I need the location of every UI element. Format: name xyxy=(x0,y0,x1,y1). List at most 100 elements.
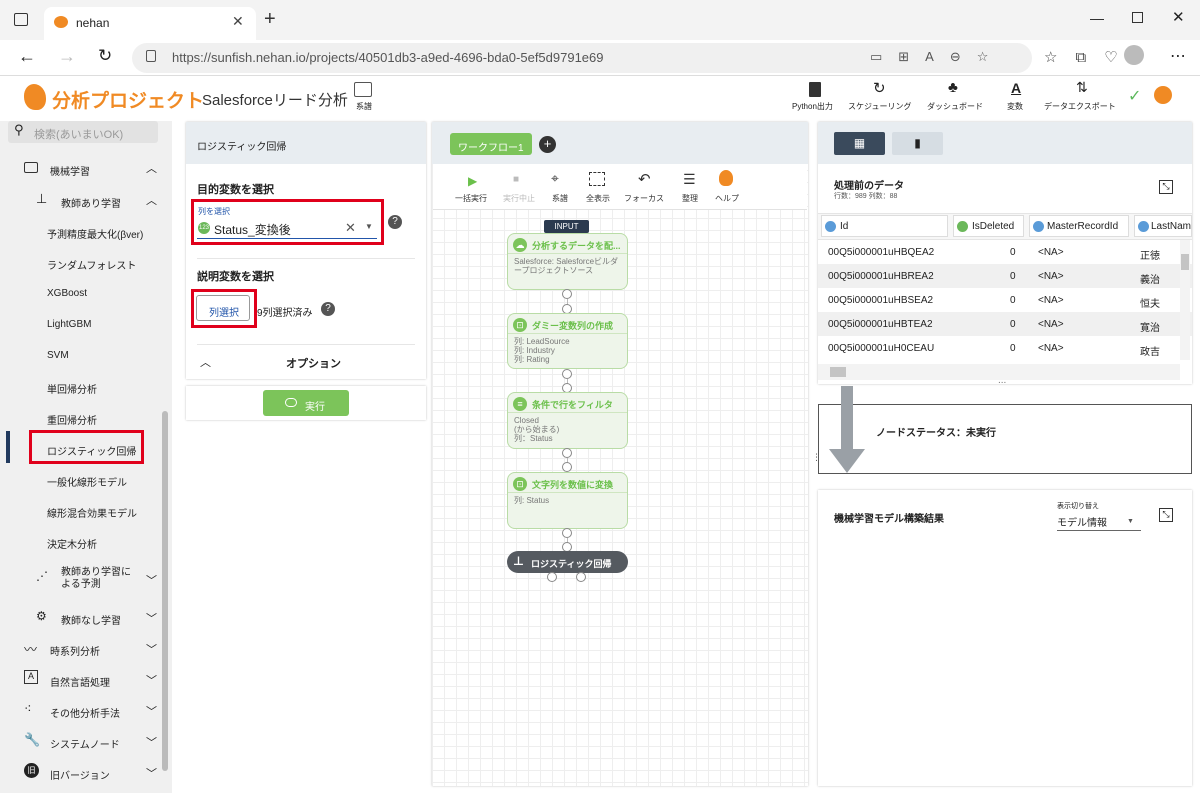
help-flame-icon[interactable] xyxy=(719,170,733,186)
sidebar-item-supervised-predict[interactable]: 教師あり学習による予測 xyxy=(61,567,139,591)
chevron-up-icon[interactable]: ︿ xyxy=(146,160,157,176)
run-button[interactable]: 実行 xyxy=(263,390,349,416)
workflow-node-dummy[interactable]: ⊡ ダミー変数列の作成 列: LeadSource 列: Industry 列:… xyxy=(507,313,628,369)
fit-all-button[interactable]: 全表示 xyxy=(586,193,610,204)
dropdown-arrow-icon[interactable]: ▼ xyxy=(365,222,373,231)
scroll-thumb[interactable] xyxy=(1181,254,1189,270)
column-header-lastname[interactable]: LastName xyxy=(1134,215,1192,237)
close-tab-icon[interactable]: ✕ xyxy=(232,13,244,30)
chevron-down-icon[interactable]: ﹀ xyxy=(146,572,157,588)
python-export-icon[interactable] xyxy=(809,82,821,97)
chart-view-tab[interactable]: ▮ xyxy=(892,132,943,155)
expand-icon[interactable]: ⤡ xyxy=(1159,180,1173,194)
node-output-port[interactable] xyxy=(576,572,586,582)
extension-icons[interactable]: ☆⧉♡ xyxy=(1044,48,1136,66)
sidebar-scrollbar[interactable] xyxy=(162,411,168,771)
node-output-port[interactable] xyxy=(562,528,572,538)
workflow-node-logistic[interactable]: ⊥ ロジスティック回帰 xyxy=(507,551,628,573)
arrange-button[interactable]: 整理 xyxy=(682,193,698,204)
profile-avatar[interactable] xyxy=(1124,45,1144,65)
close-window-icon[interactable]: ✕ xyxy=(1172,8,1185,26)
data-export-button[interactable]: データエクスポート xyxy=(1044,101,1116,112)
workflow-node-convert[interactable]: ⊡ 文字列を数値に変換 列: Status xyxy=(507,472,628,529)
chevron-down-icon[interactable]: ﹀ xyxy=(146,703,157,719)
lineage-map-icon[interactable] xyxy=(354,82,372,97)
sidebar-item-glm[interactable]: 一般化線形モデル xyxy=(47,474,127,489)
help-icon[interactable]: ? xyxy=(388,215,402,229)
sidebar-item-unsupervised[interactable]: 教師なし学習 xyxy=(61,612,121,627)
sidebar-item-logistic[interactable]: ロジスティック回帰 xyxy=(47,443,136,458)
node-output-port[interactable] xyxy=(562,369,572,379)
node-output-port[interactable] xyxy=(562,289,572,299)
more-icon[interactable]: ⋯ xyxy=(1170,46,1186,66)
scheduling-button[interactable]: スケジューリング xyxy=(848,101,911,112)
chevron-down-icon[interactable]: ﹀ xyxy=(146,672,157,688)
sidebar-item-maxaccuracy[interactable]: 予測精度最大化(βver) xyxy=(47,226,143,241)
sidebar-item-multiple-regression[interactable]: 重回帰分析 xyxy=(47,412,97,427)
sidebar-item-other[interactable]: その他分析手法 xyxy=(50,705,120,720)
sidebar-item-randomforest[interactable]: ランダムフォレスト xyxy=(47,257,136,272)
workflow-tab[interactable]: ワークフロー1 xyxy=(450,133,532,155)
column-select-button[interactable]: 列選択 xyxy=(196,295,250,321)
fit-all-icon[interactable] xyxy=(589,172,605,186)
browser-tab[interactable]: nehan ✕ xyxy=(44,7,256,40)
maximize-icon[interactable] xyxy=(1132,12,1143,23)
run-all-button[interactable]: 一括実行 xyxy=(455,193,487,204)
column-header-isdeleted[interactable]: IsDeleted xyxy=(953,215,1024,237)
sidebar-item-machine-learning[interactable]: 機械学習 xyxy=(50,163,90,178)
lineage-label[interactable]: 系譜 xyxy=(356,101,372,112)
brand-title[interactable]: 分析プロジェクト xyxy=(52,86,204,113)
user-avatar-icon[interactable] xyxy=(1154,86,1172,104)
target-column-value[interactable]: Status_変換後 xyxy=(214,221,291,238)
help-button[interactable]: ヘルプ xyxy=(715,193,739,204)
dashboard-button[interactable]: ダッシュボード xyxy=(927,101,983,112)
chevron-up-icon[interactable]: ︿ xyxy=(200,354,211,370)
clear-icon[interactable]: ✕ xyxy=(345,220,356,236)
export-icon[interactable]: ⇅ xyxy=(1076,79,1088,96)
focus-button[interactable]: フォーカス xyxy=(624,193,664,204)
sidebar-toggle-icon[interactable] xyxy=(14,13,28,26)
chevron-down-icon[interactable]: ﹀ xyxy=(146,641,157,657)
scroll-thumb[interactable] xyxy=(830,367,846,377)
help-icon[interactable]: ? xyxy=(321,302,335,316)
tree-icon[interactable]: ♣ xyxy=(948,79,958,96)
chevron-down-icon[interactable]: ﹀ xyxy=(146,734,157,750)
sidebar-item-system[interactable]: システムノード xyxy=(50,736,120,751)
workflow-node-filter[interactable]: ≡ 条件で行をフィルタ Closed (から始まる) 列：Status xyxy=(507,392,628,449)
sidebar-item-legacy[interactable]: 旧バージョン xyxy=(50,767,110,782)
panel-resize-handle[interactable]: ⋮ xyxy=(812,452,821,463)
focus-back-icon[interactable]: ↶ xyxy=(638,170,651,188)
address-actions-icons[interactable]: ▭⊞A⊖☆ xyxy=(870,49,1004,65)
minimize-icon[interactable]: — xyxy=(1090,10,1104,26)
arrange-icon[interactable]: ☰ xyxy=(683,171,696,188)
search-input[interactable]: ⚲ 検索(あいまいOK) xyxy=(8,121,158,143)
column-header-id[interactable]: Id xyxy=(821,215,948,237)
node-output-port[interactable] xyxy=(562,448,572,458)
sidebar-item-lightgbm[interactable]: LightGBM xyxy=(47,319,91,330)
add-workflow-button[interactable]: + xyxy=(539,136,556,153)
refresh-icon[interactable]: ↻ xyxy=(873,79,886,97)
url-field[interactable]: https://sunfish.nehan.io/projects/40501d… xyxy=(132,43,1032,73)
sidebar-item-xgboost[interactable]: XGBoost xyxy=(47,288,87,299)
python-export-button[interactable]: Python出力 xyxy=(792,101,833,112)
sidebar-item-supervised[interactable]: 教師あり学習 xyxy=(61,195,121,210)
sidebar-item-nlp[interactable]: 自然言語処理 xyxy=(50,674,110,689)
variable-a-icon[interactable]: A xyxy=(1011,80,1021,96)
options-toggle[interactable]: オプション xyxy=(286,355,341,371)
chevron-down-icon[interactable]: ﹀ xyxy=(146,765,157,781)
project-name[interactable]: Salesforceリード分析 xyxy=(202,89,348,110)
forward-icon[interactable]: → xyxy=(58,46,76,67)
new-tab-button[interactable]: + xyxy=(264,8,276,31)
lineage-button[interactable]: 系譜 xyxy=(552,193,568,204)
sidebar-item-timeseries[interactable]: 時系列分析 xyxy=(50,643,100,658)
lineage-pin-icon[interactable]: ⌖ xyxy=(551,170,559,187)
chevron-up-icon[interactable]: ︿ xyxy=(146,192,157,208)
back-icon[interactable]: ← xyxy=(18,46,36,67)
variable-button[interactable]: 変数 xyxy=(1007,101,1023,112)
node-output-port[interactable] xyxy=(547,572,557,582)
run-all-icon[interactable]: ▶ xyxy=(468,174,477,188)
reload-icon[interactable]: ↻ xyxy=(98,46,112,66)
sidebar-item-lmm[interactable]: 線形混合効果モデル xyxy=(47,505,137,520)
expand-icon[interactable]: ⤡ xyxy=(1159,508,1173,522)
sidebar-item-svm[interactable]: SVM xyxy=(47,350,69,361)
